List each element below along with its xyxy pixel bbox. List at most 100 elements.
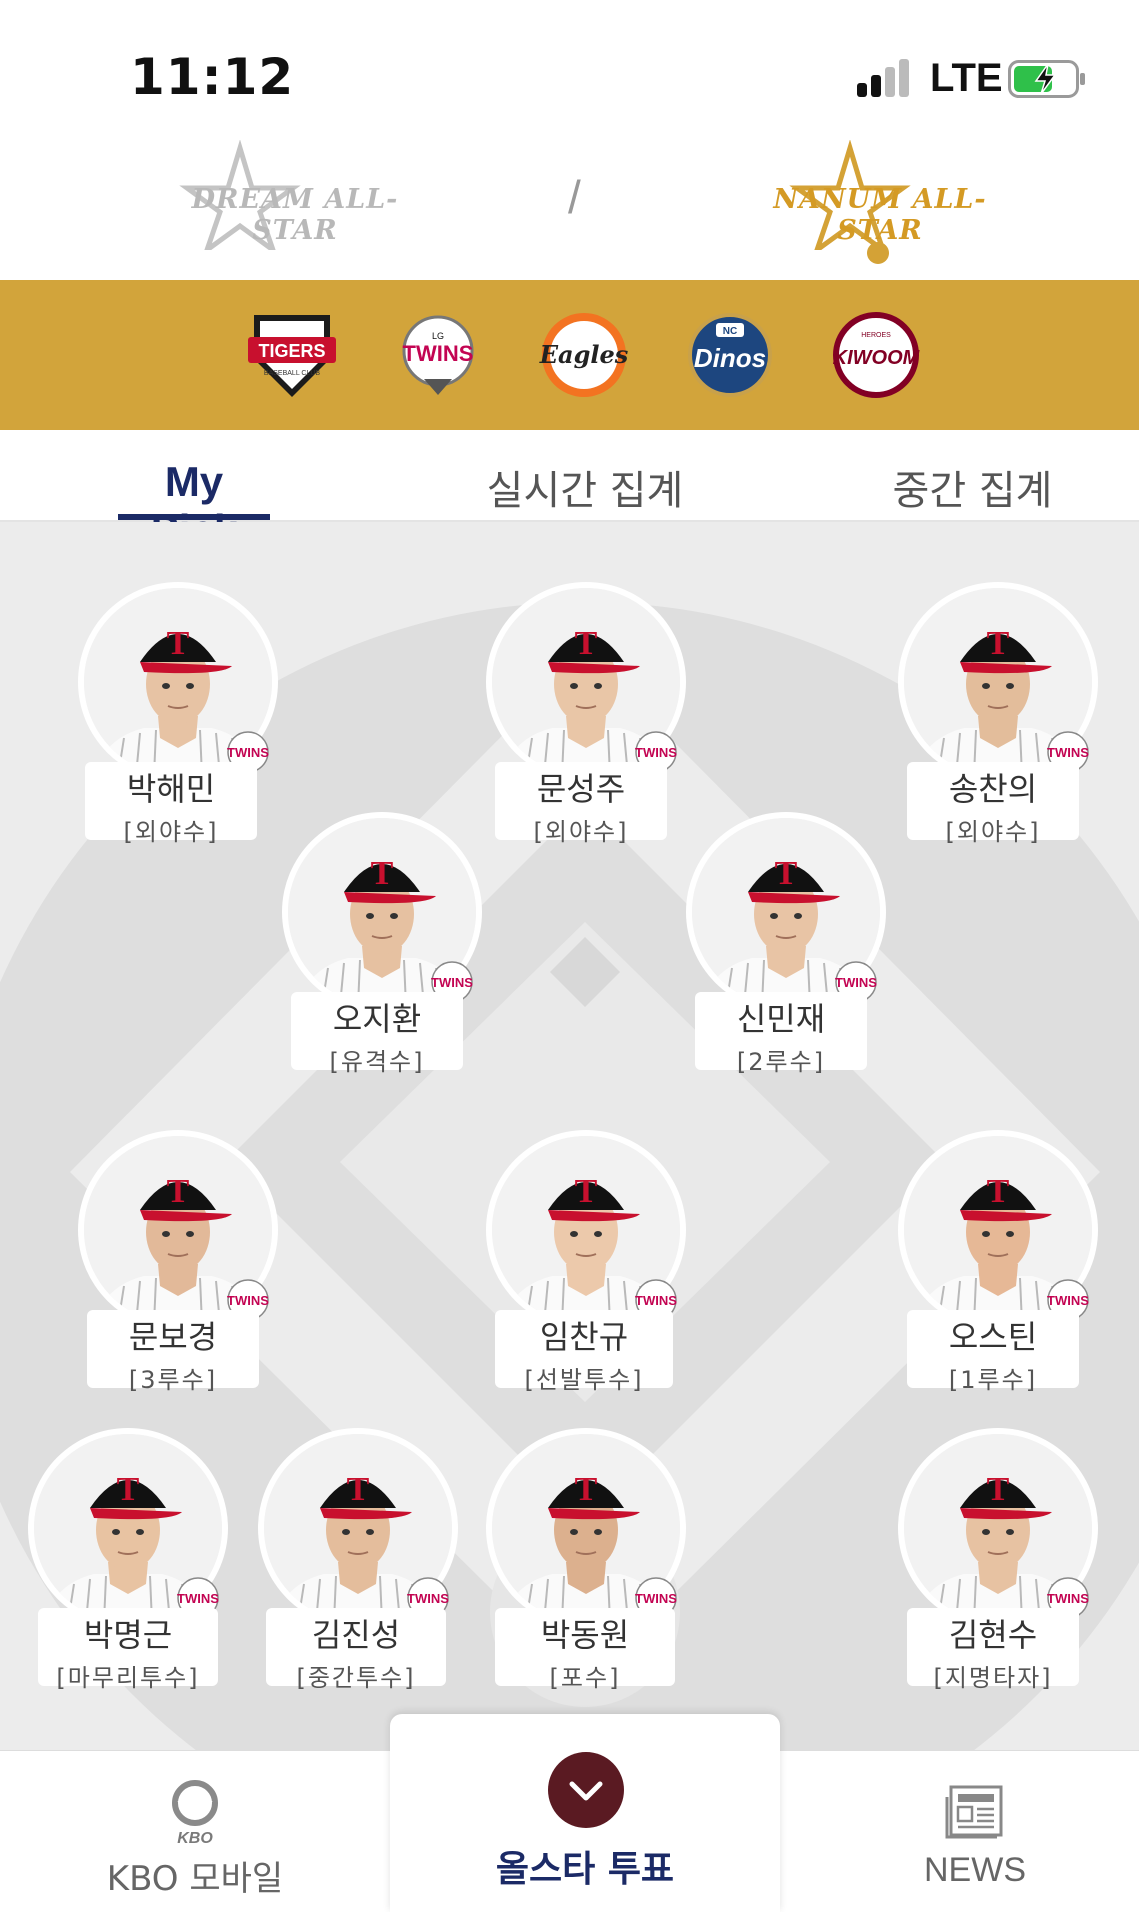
dinos-logo-subtext: NC [723,326,737,337]
player-name: 송찬의 [948,770,1038,808]
tigers-logo-subtext: BASEBALL CLUB [264,370,320,377]
player-position: [3루수] [128,1366,218,1394]
kbo-logo-icon: KBO [172,1780,218,1847]
player-position: [포수] [549,1664,621,1692]
team-badge-text: TWINS [227,1293,269,1308]
tigers-logo-icon: TIGERS BASEBALL CLUB [248,315,336,397]
svg-text:T: T [575,1471,598,1508]
team-logo-eagles[interactable]: Hanwha Eagles [534,307,634,403]
team-badge-text: TWINS [431,975,473,990]
team-badge-text: TWINS [177,1591,219,1606]
news-icon [945,1785,1003,1839]
player-position: [1루수] [948,1366,1038,1394]
twins-logo-text: TWINS [403,341,474,366]
eagles-logo-subtext: Hanwha [571,326,597,333]
team-logo-tigers[interactable]: TIGERS BASEBALL CLUB [242,307,342,403]
player-name: 오지환 [332,1000,422,1038]
team-badge-text: TWINS [635,1591,677,1606]
player-name: 박동원 [540,1616,630,1654]
kiwoom-logo-text: KIWOOM [833,347,921,369]
svg-text:T: T [167,625,190,662]
player-position: [외야수] [945,818,1041,846]
nav-kbo-mobile[interactable]: KBO KBO 모바일 [85,1751,305,1912]
player-name: 김진성 [311,1616,401,1654]
tab-bar: My Pick 실시간 집계 중간 집계 [0,430,1139,553]
team-badge-text: TWINS [635,745,677,760]
dream-allstar-logo[interactable]: DREAM ALL-STAR [155,140,435,250]
team-logo-kiwoom[interactable]: HEROES KIWOOM [826,307,926,403]
player-name: 오스틴 [948,1318,1038,1356]
player-name-card[interactable]: 박명근 [마무리투수] [38,1608,218,1692]
eagles-logo-icon: Hanwha Eagles [539,313,629,397]
kiwoom-logo-icon: HEROES KIWOOM [833,312,921,398]
svg-text:T: T [575,625,598,662]
player-name: 박명근 [83,1616,173,1654]
team-badge-text: TWINS [635,1293,677,1308]
player-name-card[interactable]: 송찬의 [외야수] [907,762,1079,846]
network-type: LTE [930,56,1003,100]
kbo-logo-text: KBO [177,1830,213,1847]
nav-news-label: NEWS [924,1851,1026,1889]
nav-news[interactable]: NEWS [880,1751,1070,1912]
player-position: [지명타자] [933,1664,1053,1692]
allstar-team-switch: DREAM ALL-STAR / NANUM ALL-STAR [0,140,1139,280]
team-badge-text: TWINS [1047,1591,1089,1606]
player-name-card[interactable]: 오스틴 [1루수] [907,1310,1079,1394]
svg-text:T: T [987,1173,1010,1210]
dinos-logo-text: Dinos [694,343,766,373]
team-badge-text: TWINS [407,1591,449,1606]
twins-logo-icon: LG TWINS [402,315,474,395]
nanum-allstar-logo[interactable]: NANUM ALL-STAR [740,140,1020,250]
team-logo-dinos[interactable]: NC Dinos [680,307,780,403]
player-name-card[interactable]: 김현수 [지명타자] [907,1608,1079,1692]
player-position: [선발투수] [524,1366,644,1394]
player-name-card[interactable]: 오지환 [유격수] [291,992,463,1076]
allstar-separator: / [568,171,581,223]
vote-toggle-button[interactable] [548,1752,624,1828]
player-name: 문보경 [128,1318,218,1356]
team-logo-twins[interactable]: LG TWINS [388,307,488,403]
tab-active-underline [118,514,270,520]
player-name-card[interactable]: 김진성 [중간투수] [266,1608,446,1692]
svg-text:T: T [987,1471,1010,1508]
player-name-card[interactable]: 박동원 [포수] [495,1608,675,1692]
player-name-card[interactable]: 박해민 [외야수] [85,762,257,846]
player-position: [유격수] [329,1048,425,1076]
status-bar: 11:12 LTE [0,0,1139,140]
team-badge-text: TWINS [227,745,269,760]
tab-interim-count[interactable]: 중간 집계 [880,458,1065,516]
nav-allstar-vote-label: 올스타 투표 [495,1849,675,1890]
svg-text:T: T [575,1173,598,1210]
dinos-logo-icon: NC Dinos [688,313,772,397]
player-name-card[interactable]: 문보경 [3루수] [87,1310,259,1394]
player-name-card[interactable]: 임찬규 [선발투수] [495,1310,673,1394]
svg-text:T: T [347,1471,370,1508]
kiwoom-logo-subtext: HEROES [861,332,891,339]
nanum-allstar-text: NANUM ALL-STAR [773,184,987,246]
player-name-card[interactable]: 신민재 [2루수] [695,992,867,1076]
player-name: 신민재 [736,1000,826,1038]
player-name-card[interactable]: 문성주 [외야수] [495,762,667,846]
teams-bar: TIGERS BASEBALL CLUB LG TWINS Hanwha Eag… [0,280,1139,430]
player-position: [외야수] [533,818,629,846]
svg-text:T: T [987,625,1010,662]
signal-icon [857,57,917,97]
svg-text:T: T [117,1471,140,1508]
player-name: 임찬규 [539,1318,629,1356]
player-position: [중간투수] [296,1664,416,1692]
player-name: 문성주 [536,770,626,808]
active-indicator-dot [867,242,889,264]
chevron-down-icon [569,1781,603,1801]
player-position: [2루수] [736,1048,826,1076]
nav-allstar-vote[interactable]: 올스타 투표 [390,1714,780,1912]
svg-text:T: T [167,1173,190,1210]
twins-logo-subtext: LG [432,331,444,341]
baseball-field: T TWINS 박해민 [외야수] T TWINS 문성주 [외야수] T TWINS 송찬의 [외야… [0,522,1139,1752]
dream-allstar-text: DREAM ALL-STAR [191,184,399,246]
battery-charging-icon [1008,60,1085,98]
tab-realtime-count[interactable]: 실시간 집계 [480,458,690,516]
nav-kbo-mobile-label: KBO 모바일 [106,1859,284,1899]
svg-text:T: T [775,855,798,892]
player-name: 김현수 [948,1616,1038,1654]
app-screen: 11:12 LTE DREAM ALL-STAR / NANUM ALL-STA… [0,0,1139,1912]
